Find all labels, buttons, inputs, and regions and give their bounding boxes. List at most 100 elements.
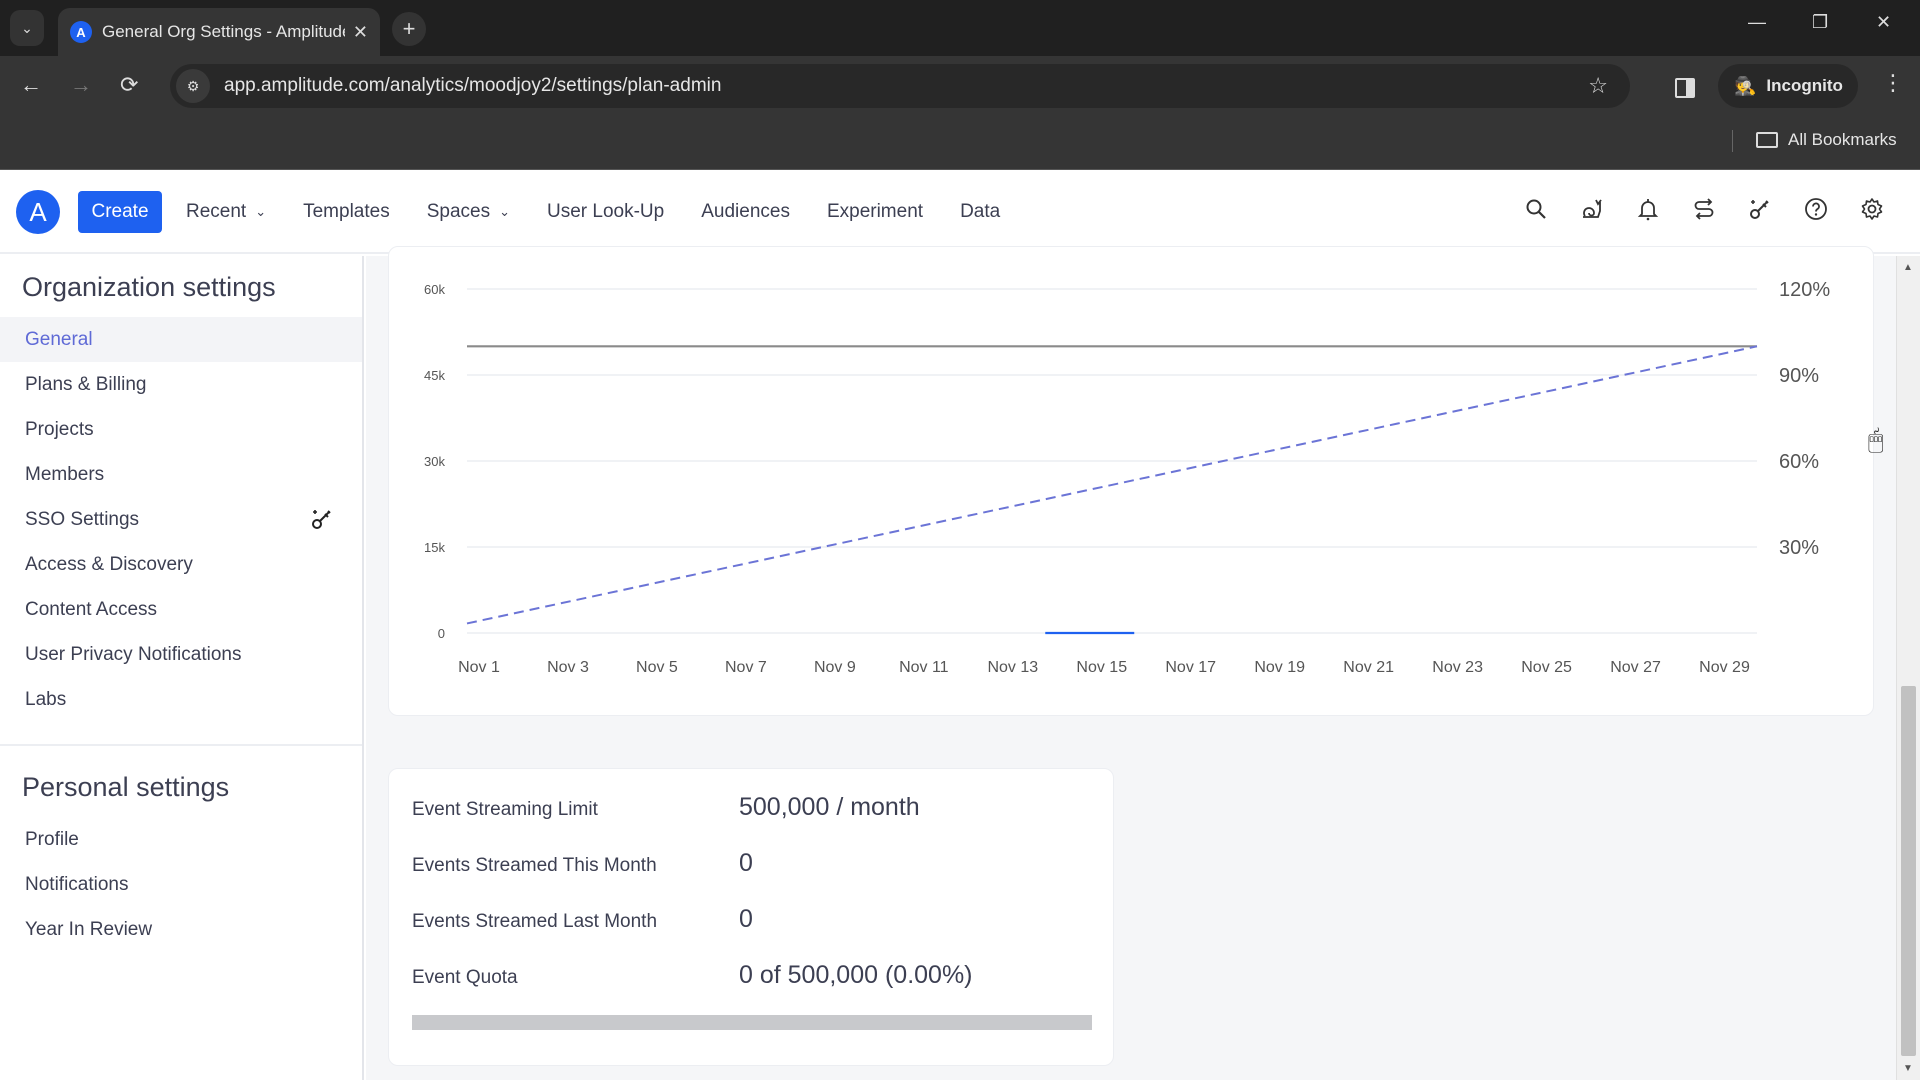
sidebar-item-user-privacy-notifications[interactable]: User Privacy Notifications [0,632,362,677]
organization-settings-title: Organization settings [22,272,276,302]
scrollbar-thumb[interactable] [1901,686,1916,1056]
tab-title: General Org Settings - Amplitude [102,22,345,41]
minimize-window-icon[interactable]: — [1748,12,1766,33]
main-nav: Recent ⌄ Templates Spaces ⌄ User Look-Up A… [186,170,1037,254]
tab-list-button[interactable]: ⌄ [10,10,44,46]
header-icons [1508,170,1900,254]
back-arrow-icon[interactable]: ← [20,72,42,98]
create-button[interactable]: Create [78,191,162,233]
x-axis-tick-label: Nov 1 [458,659,500,676]
usage-value: 0 [739,905,753,933]
address-bar[interactable]: ⚙ app.amplitude.com/analytics/moodjoy2/s… [170,64,1630,108]
y-axis-left-tick-label: 60k [424,282,445,297]
chevron-down-icon: ⌄ [255,204,267,219]
x-axis-tick-label: Nov 19 [1254,659,1305,676]
usage-row-quota: Event Quota 0 of 500,000 (0.00%) [412,961,973,990]
y-axis-left-tick-label: 15k [424,540,445,555]
plus-icon: + [402,16,416,41]
nav-experiment[interactable]: Experiment [827,201,923,223]
main-content: 0 15k 30k 45k 60k 30% 60% 90% 120% Nov 1 Nov 3 Nov … [366,246,1900,1080]
incognito-badge[interactable]: 🕵 Incognito [1718,64,1858,108]
bookmark-star-icon[interactable]: ☆ [1588,73,1608,99]
series-line-projected [466,345,1758,625]
usage-value: 500,000 / month [739,793,920,821]
amplitude-favicon-icon: A [70,21,92,43]
x-axis-tick-label: Nov 11 [899,659,949,676]
sidebar-item-content-access[interactable]: Content Access [0,587,362,632]
all-bookmarks-label: All Bookmarks [1788,130,1897,149]
url-text[interactable]: app.amplitude.com/analytics/moodjoy2/set… [224,75,1588,97]
sidebar-item-general[interactable]: General [0,317,362,362]
bookmarks-bar: All Bookmarks [0,116,1920,170]
new-tab-button[interactable]: + [392,12,426,46]
restore-window-icon[interactable]: ❐ [1812,12,1828,33]
nav-audiences-label: Audiences [701,201,790,222]
bell-icon[interactable] [1620,197,1676,227]
nav-user-look-up-label: User Look-Up [547,201,665,222]
sidebar-item-labs[interactable]: Labs [0,677,362,722]
snail-icon[interactable] [1564,197,1620,227]
sync-icon[interactable] [1676,197,1732,227]
usage-value: 0 of 500,000 (0.00%) [739,961,973,989]
key-icon[interactable] [1732,197,1788,227]
usage-label: Event Quota [412,967,518,988]
gear-icon[interactable] [1844,197,1900,227]
mouse-cursor-icon: 🖱 [1868,424,1884,454]
nav-templates[interactable]: Templates [303,201,390,223]
usage-row-last-month: Events Streamed Last Month 0 [412,905,753,934]
y-axis-right-tick-label: 120% [1779,279,1830,301]
x-axis-tick-label: Nov 23 [1432,659,1483,676]
close-tab-icon[interactable]: ✕ [353,22,368,43]
usage-row-this-month: Events Streamed This Month 0 [412,849,753,878]
nav-spaces-label: Spaces [426,201,491,222]
sidebar-item-label: SSO Settings [25,508,140,530]
nav-user-look-up[interactable]: User Look-Up [547,201,664,223]
sidebar-item-year-in-review[interactable]: Year In Review [0,907,362,952]
side-panel-icon[interactable] [1675,78,1695,98]
folder-icon [1756,132,1778,148]
settings-sidebar: Organization settings General Plans & Bi… [0,256,364,1080]
sidebar-item-plans-billing[interactable]: Plans & Billing [0,362,362,407]
nav-spaces[interactable]: Spaces ⌄ [427,201,510,223]
sidebar-item-members[interactable]: Members [0,452,362,497]
usage-value: 0 [739,849,753,877]
x-axis-tick-label: Nov 15 [1076,659,1127,676]
nav-templates-label: Templates [303,201,390,222]
y-axis-right-tick-label: 90% [1779,365,1819,387]
reload-icon[interactable]: ⟳ [120,72,138,98]
sidebar-item-notifications[interactable]: Notifications [0,862,362,907]
usage-row-limit: Event Streaming Limit 500,000 / month [412,793,920,822]
all-bookmarks-button[interactable]: All Bookmarks [1756,130,1897,150]
sidebar-item-sso-settings[interactable]: SSO Settings [0,497,362,542]
browser-tab-bar: ⌄ A General Org Settings - Amplitude ✕ +… [0,0,1920,56]
y-axis-left-tick-label: 45k [424,368,445,383]
x-axis-tick-label: Nov 3 [547,659,589,676]
scroll-down-arrow-icon[interactable]: ▼ [1903,1063,1913,1074]
event-streaming-chart-card: 0 15k 30k 45k 60k 30% 60% 90% 120% Nov 1 Nov 3 Nov … [388,246,1874,716]
sidebar-item-access-discovery[interactable]: Access & Discovery [0,542,362,587]
x-axis-tick-label: Nov 17 [1165,659,1216,676]
browser-tab[interactable]: A General Org Settings - Amplitude ✕ [58,8,380,56]
nav-data[interactable]: Data [960,201,1000,223]
search-icon[interactable] [1508,197,1564,227]
nav-recent[interactable]: Recent ⌄ [186,201,266,223]
y-axis-right-tick-label: 60% [1779,451,1819,473]
sidebar-item-profile[interactable]: Profile [0,817,362,862]
forward-arrow-icon[interactable]: → [70,72,92,98]
x-axis-tick-label: Nov 5 [636,659,678,676]
personal-settings-title: Personal settings [22,772,230,802]
quota-progress-bar [412,1015,1092,1030]
nav-audiences[interactable]: Audiences [701,201,790,223]
amplitude-logo-icon[interactable]: A [16,190,60,234]
close-window-icon[interactable]: ✕ [1876,12,1891,33]
browser-menu-icon[interactable]: ⋮ [1882,70,1904,96]
help-icon[interactable] [1788,197,1844,227]
scroll-up-arrow-icon[interactable]: ▲ [1903,262,1913,273]
incognito-icon: 🕵 [1734,75,1757,96]
page-scrollbar[interactable]: ▲ ▼ [1896,256,1920,1080]
sidebar-item-projects[interactable]: Projects [0,407,362,452]
y-axis-right-tick-label: 30% [1779,537,1819,559]
chevron-down-icon: ⌄ [21,19,33,36]
incognito-label: Incognito [1766,76,1843,95]
site-info-icon[interactable]: ⚙ [176,69,210,103]
